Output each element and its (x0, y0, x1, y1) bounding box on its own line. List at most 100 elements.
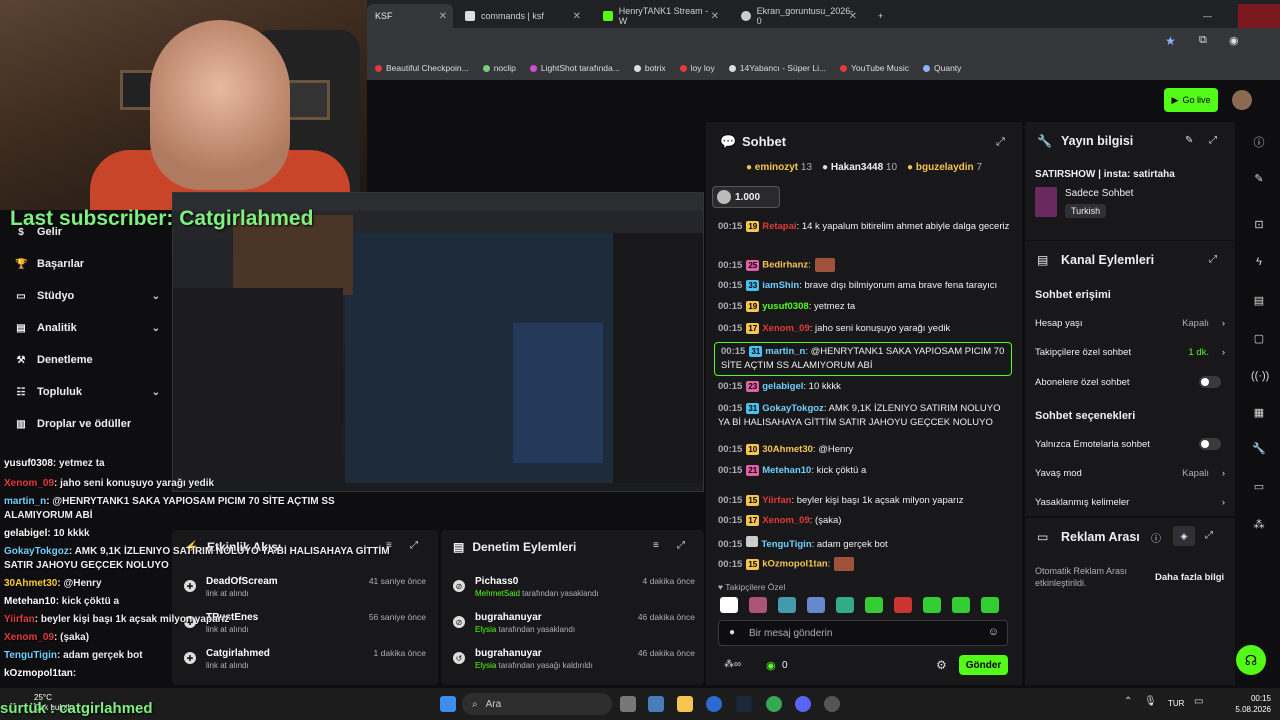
ad-settings-button[interactable]: ◈ (1173, 526, 1195, 546)
sidebar-item-studyo[interactable]: ▭ Stüdyo ⌄ (15, 290, 160, 302)
popout-icon[interactable]: ⤢ (1209, 135, 1217, 146)
stream-tag[interactable]: Turkish (1065, 204, 1107, 218)
microphone-icon[interactable]: 🎙 (1144, 696, 1157, 707)
browser-tab[interactable]: HenryTANK1 Stream - W ✕ (595, 4, 725, 28)
chat-message[interactable]: 00:15 TenguTigin: adam gerçek bot (718, 536, 1010, 552)
emote-button[interactable] (981, 597, 999, 613)
sidebar-item-denetleme[interactable]: ⚒ Denetleme (15, 354, 160, 366)
emote-button[interactable] (807, 597, 825, 613)
discord-icon[interactable] (795, 696, 811, 712)
message-user[interactable]: TenguTigin (761, 539, 811, 550)
edit-icon[interactable]: ✎ (1185, 135, 1193, 146)
new-tab-button[interactable]: + (870, 4, 894, 28)
support-chat-button[interactable]: ☊ (1236, 645, 1266, 675)
target-icon[interactable]: ⊡ (1251, 218, 1267, 234)
bookmark-item[interactable]: loy loy (679, 63, 715, 73)
popout-icon[interactable]: ⤢ (1209, 254, 1217, 265)
message-user[interactable]: Bedirhanz (762, 260, 808, 271)
emote-button[interactable] (749, 597, 767, 613)
mod-target[interactable]: Pichass0 (475, 576, 518, 587)
task-view-icon[interactable] (620, 696, 636, 712)
minimize-button[interactable]: — (1195, 4, 1215, 28)
slow-mode-setting[interactable]: Yavaş mod Kapalı › (1035, 468, 1225, 479)
chat-bubble-icon[interactable]: ▢ (1251, 332, 1267, 348)
address-bar[interactable]: ★ ⧉ ◉ (367, 28, 1280, 56)
extensions-icon[interactable]: ⧉ (1199, 34, 1207, 47)
document-icon[interactable]: ▤ (1251, 294, 1267, 310)
followers-chat-setting[interactable]: Takipçilere özel sohbet 1 dk. › (1035, 347, 1225, 358)
message-user[interactable]: Retapai (762, 221, 796, 232)
send-button[interactable]: Gönder (959, 655, 1008, 675)
chrome-icon[interactable] (766, 696, 782, 712)
gear-icon[interactable]: ⚙ (936, 658, 947, 672)
chat-message[interactable]: 00:15 17 Xenom_09: jaho seni konuşuyo yara… (718, 322, 1010, 336)
category-name[interactable]: Sadece Sohbet (1065, 188, 1133, 199)
gifter-item[interactable]: ● eminozyt 13 (746, 162, 812, 173)
obs-icon[interactable] (824, 696, 840, 712)
chevron-up-icon[interactable]: ⌃ (1124, 696, 1132, 707)
pinned-gift[interactable]: 1.000 (712, 186, 780, 208)
chat-message[interactable]: 00:15 17 Xenom_09: (şaka) (718, 514, 1010, 528)
info-icon[interactable]: ⓘ (1251, 134, 1267, 150)
app-icon[interactable] (706, 696, 722, 712)
emote-button[interactable] (778, 597, 796, 613)
windows-start-icon[interactable] (440, 696, 456, 712)
profile-icon[interactable]: ◉ (1229, 34, 1239, 47)
chat-message[interactable]: 00:15 21 Metehan10: kick çöktü a (718, 464, 1010, 478)
chat-message[interactable]: 00:15 15 Yiirfan: beyler kişi başı 1k açsa… (718, 494, 1010, 508)
message-user[interactable]: yusuf0308 (762, 301, 808, 312)
message-user[interactable]: GokayTokgoz (762, 403, 824, 414)
mod-actor[interactable]: MehmetSaid (475, 589, 520, 598)
message-user[interactable]: Metehan10 (762, 465, 811, 476)
mod-target[interactable]: bugrahanuyar (475, 612, 542, 623)
emote-only-toggle[interactable] (1199, 438, 1221, 450)
subs-chat-toggle[interactable] (1199, 376, 1221, 388)
chat-input[interactable]: ● Bir mesaj gönderin ☺ (718, 620, 1008, 646)
gifter-item[interactable]: ● Hakan3448 10 (822, 162, 897, 173)
emote-button[interactable] (865, 597, 883, 613)
filter-icon[interactable]: ≡ (653, 540, 659, 551)
chat-message[interactable]: 00:15 33 iamShin: brave dışı bilmiyorum am… (718, 279, 1010, 293)
chat-settings-icon[interactable]: ⁂∞ (724, 659, 741, 670)
message-user[interactable]: gelabigel (762, 381, 803, 392)
mod-actor[interactable]: Elysia (475, 661, 496, 670)
bookmark-star-icon[interactable]: ★ (1165, 34, 1176, 48)
moderation-icon[interactable]: ▦ (1251, 406, 1267, 422)
message-user[interactable]: martin_n (765, 346, 805, 357)
window-icon[interactable]: ▭ (1251, 480, 1267, 496)
stream-preview[interactable] (172, 192, 704, 492)
go-live-button[interactable]: ▶ Go live (1164, 88, 1218, 112)
message-user[interactable]: Yiirfan (762, 495, 791, 506)
bookmark-item[interactable]: 14Yabancı - Süper Li... (728, 63, 826, 73)
chat-message[interactable]: 00:15 31 martin_n: @HENRYTANK1 SAKA YAPIOS… (714, 342, 1012, 376)
sidebar-item-analitik[interactable]: ▤ Analitik ⌄ (15, 322, 160, 334)
message-user[interactable]: Xenom_09 (762, 515, 810, 526)
wrench-icon[interactable]: 🔧 (1251, 442, 1267, 458)
close-icon[interactable]: ✕ (439, 11, 447, 22)
chat-message[interactable]: 00:15 31 GokayTokgoz: AMK 9,1K İZLENIYO SA… (718, 402, 1010, 430)
chat-message[interactable]: 00:15 19 Retapai: 14 k yapalum bitirelim a… (718, 220, 1010, 234)
emote-button[interactable] (720, 597, 738, 613)
sidebar-item-droplar[interactable]: ▥ Droplar ve ödüller (15, 418, 160, 430)
network-icon[interactable]: ▭ (1194, 696, 1203, 707)
sidebar-item-topluluk[interactable]: ☷ Topluluk ⌄ (15, 386, 160, 398)
browser-tab[interactable]: commands | ksf ✕ (457, 4, 587, 28)
emote-button[interactable] (923, 597, 941, 613)
message-user[interactable]: kOzmopol1tan (762, 559, 827, 570)
calculator-icon[interactable] (648, 696, 664, 712)
emote-button[interactable] (894, 597, 912, 613)
apps-icon[interactable]: ⁂ (1251, 518, 1267, 534)
system-clock[interactable]: 00:15 5.08.2026 (1215, 693, 1271, 715)
banned-words-setting[interactable]: Yasaklanmış kelimeler › (1035, 497, 1225, 508)
language-indicator[interactable]: TUR (1168, 699, 1184, 708)
broadcast-icon[interactable]: ((·)) (1251, 370, 1269, 386)
browser-tab[interactable]: Ekran_goruntusu_2026-0 ✕ (733, 4, 863, 28)
close-icon[interactable]: ✕ (573, 11, 581, 22)
message-user[interactable]: 30Ahmet30 (762, 444, 813, 455)
chat-message[interactable]: 00:15 19 yusuf0308: yetmez ta (718, 300, 1010, 314)
chat-message[interactable]: 00:15 25 Bedirhanz: (718, 258, 1010, 273)
mod-target[interactable]: bugrahanuyar (475, 648, 542, 659)
chat-message[interactable]: 00:15 10 30Ahmet30: @Henry (718, 443, 1010, 457)
mod-actor[interactable]: Elysia (475, 625, 496, 634)
close-icon[interactable]: ✕ (849, 11, 857, 22)
